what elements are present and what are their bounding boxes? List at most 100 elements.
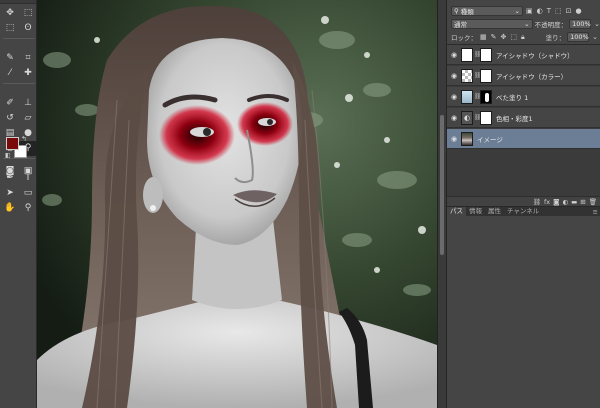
panel-menu-icon[interactable]: ≡: [593, 208, 600, 216]
eye-icon[interactable]: ◉: [447, 135, 461, 143]
lower-panel-body: [447, 216, 600, 408]
link-icon[interactable]: ⛓: [533, 198, 541, 206]
brush-icon[interactable]: ✐: [1, 96, 19, 111]
layer-filter-label: 種類: [460, 8, 474, 16]
crop-icon[interactable]: ⌗: [19, 51, 37, 66]
document-canvas[interactable]: [37, 0, 437, 408]
layer-mask-thumbnail[interactable]: [480, 89, 492, 104]
clone-stamp-icon[interactable]: ⊥: [19, 96, 37, 111]
healing-brush-icon[interactable]: ✚: [19, 66, 37, 81]
tab-info[interactable]: 情報: [466, 207, 485, 216]
eraser-icon[interactable]: ▱: [19, 111, 37, 126]
lower-panel-tabs: パス 情報 属性 チャンネル ≡: [447, 206, 600, 216]
chevron-down-icon: ⌄: [514, 7, 520, 15]
blend-mode-value: 通常: [454, 21, 467, 29]
lock-row: ロック： ▦ ✎ ✥ ⬚ 🔒︎ 塗り： 100% ⌄: [447, 32, 600, 42]
eye-icon[interactable]: ◉: [447, 51, 461, 59]
blend-row: 通常 ⌄ 不透明度： 100% ⌄: [447, 19, 600, 29]
layer-row[interactable]: ◉ イメージ: [447, 129, 600, 149]
layer-thumbnail[interactable]: [461, 68, 473, 83]
screen-mode-icon[interactable]: ▣: [19, 164, 37, 179]
mask-icon[interactable]: ◙: [553, 198, 559, 206]
layer-row[interactable]: ◉ ⛓ べた塗り 1: [447, 87, 600, 107]
opacity-label: 不透明度：: [534, 21, 568, 29]
layer-thumbnail[interactable]: [461, 89, 473, 104]
layer-thumbnail[interactable]: ◐: [461, 110, 473, 125]
filter-pixel-icon[interactable]: ▣: [526, 7, 533, 15]
quick-mask-icon[interactable]: ◙: [1, 164, 19, 179]
lock-artboard-icon[interactable]: ⬚: [510, 33, 517, 41]
shape-icon[interactable]: ▭: [19, 186, 37, 201]
eyedropper-icon[interactable]: ⁄: [1, 66, 19, 81]
lock-pixels-icon[interactable]: ✎: [491, 33, 497, 41]
artboard-icon[interactable]: ⬚: [19, 6, 37, 21]
history-brush-icon[interactable]: ↺: [1, 111, 19, 126]
tab-properties[interactable]: 属性: [485, 207, 504, 216]
quick-select-icon[interactable]: ✎: [1, 51, 19, 66]
layer-name: アイシャドウ（シャドウ）: [496, 51, 574, 60]
new-layer-icon[interactable]: ⊞: [580, 198, 585, 206]
tool-separator: [3, 36, 35, 39]
canvas-image: [37, 0, 437, 408]
tab-paths[interactable]: パス: [447, 207, 466, 216]
fill-input[interactable]: 100%: [567, 32, 590, 42]
folder-icon[interactable]: ▬: [571, 198, 577, 206]
chevron-down-icon[interactable]: ⌄: [592, 33, 598, 41]
lock-all-icon[interactable]: 🔒︎: [521, 33, 525, 42]
filter-smart-icon[interactable]: ⊡: [566, 7, 572, 15]
tab-channels[interactable]: チャンネル: [504, 207, 542, 216]
color-swatches: ◧ ↰: [4, 135, 32, 161]
lock-label: ロック：: [451, 34, 477, 42]
lasso-icon[interactable]: ʘ: [19, 21, 37, 36]
search-icon: ⚲: [454, 7, 459, 15]
zoom-icon[interactable]: ⚲: [19, 201, 37, 216]
layer-name: イメージ: [477, 135, 503, 144]
layer-row[interactable]: ◉ ⛓ アイシャドウ（カラー）: [447, 66, 600, 86]
swap-colors-icon[interactable]: ↰: [21, 135, 27, 143]
hand-icon[interactable]: ✋: [1, 201, 19, 216]
layers-panel: ⚲ 種類 ⌄ ▣ ◐ T ⬚ ⊡ ● 通常 ⌄ 不透明度： 100% ⌄ ロック…: [446, 0, 600, 408]
opacity-input[interactable]: 100%: [569, 19, 592, 29]
foreground-color-swatch[interactable]: [6, 137, 19, 150]
layer-row[interactable]: ◉ ◐ ⛓ 色相・彩度1: [447, 108, 600, 128]
layer-footer: ⛓ fx ◙ ◐ ▬ ⊞ 🗑︎: [447, 196, 600, 206]
scrollbar-thumb[interactable]: [440, 115, 444, 255]
filter-toggle-icon[interactable]: ●: [576, 7, 582, 15]
lock-transparent-icon[interactable]: ▦: [480, 33, 487, 41]
opacity-value: 100%: [572, 20, 591, 28]
layer-row[interactable]: ◉ ⛓ アイシャドウ（シャドウ）: [447, 45, 600, 65]
lock-position-icon[interactable]: ✥: [501, 33, 507, 41]
tool-grid: ✥⬚⬚ʘ✎⌗⁄✚✐⊥↺▱▤●○⚲✒T➤▭✋⚲: [0, 4, 37, 216]
filter-adjustment-icon[interactable]: ◐: [537, 7, 543, 15]
layer-filter-row: ⚲ 種類 ⌄ ▣ ◐ T ⬚ ⊡ ●: [447, 6, 600, 16]
adjustment-icon[interactable]: ◐: [562, 198, 568, 206]
layer-mask-thumbnail[interactable]: [480, 47, 492, 62]
tools-panel: ✥⬚⬚ʘ✎⌗⁄✚✐⊥↺▱▤●○⚲✒T➤▭✋⚲ ◧ ↰ ◙▣: [0, 0, 37, 408]
canvas-vertical-scrollbar[interactable]: [437, 0, 446, 408]
layer-thumbnail[interactable]: [461, 47, 473, 62]
eye-icon[interactable]: ◉: [447, 72, 461, 80]
layer-filter-select[interactable]: ⚲ 種類 ⌄: [451, 6, 523, 16]
trash-icon[interactable]: 🗑︎: [589, 198, 597, 206]
layer-name: 色相・彩度1: [496, 114, 533, 123]
layer-mask-thumbnail[interactable]: [480, 110, 492, 125]
fx-icon[interactable]: fx: [544, 198, 550, 206]
move-icon[interactable]: ✥: [1, 6, 19, 21]
default-colors-icon[interactable]: ◧: [5, 152, 11, 159]
tool-separator: [3, 81, 35, 84]
eye-icon[interactable]: ◉: [447, 93, 461, 101]
filter-type-icon[interactable]: T: [547, 7, 551, 15]
eye-icon[interactable]: ◉: [447, 114, 461, 122]
blend-mode-select[interactable]: 通常 ⌄: [451, 19, 533, 29]
layer-list: ◉ ⛓ アイシャドウ（シャドウ） ◉ ⛓ アイシャドウ（カラー） ◉ ⛓ べた塗り 1 ◉ ◐ ⛓ 色相…: [447, 44, 600, 196]
chevron-down-icon: ⌄: [524, 20, 530, 28]
layer-mask-thumbnail[interactable]: [480, 68, 492, 83]
marquee-icon[interactable]: ⬚: [1, 21, 19, 36]
layer-name: アイシャドウ（カラー）: [496, 72, 568, 81]
fill-value: 100%: [570, 33, 589, 41]
fill-label: 塗り：: [545, 34, 566, 42]
path-select-icon[interactable]: ➤: [1, 186, 19, 201]
layer-thumbnail[interactable]: [461, 131, 473, 146]
chevron-down-icon[interactable]: ⌄: [594, 20, 600, 28]
filter-shape-icon[interactable]: ⬚: [555, 7, 562, 15]
